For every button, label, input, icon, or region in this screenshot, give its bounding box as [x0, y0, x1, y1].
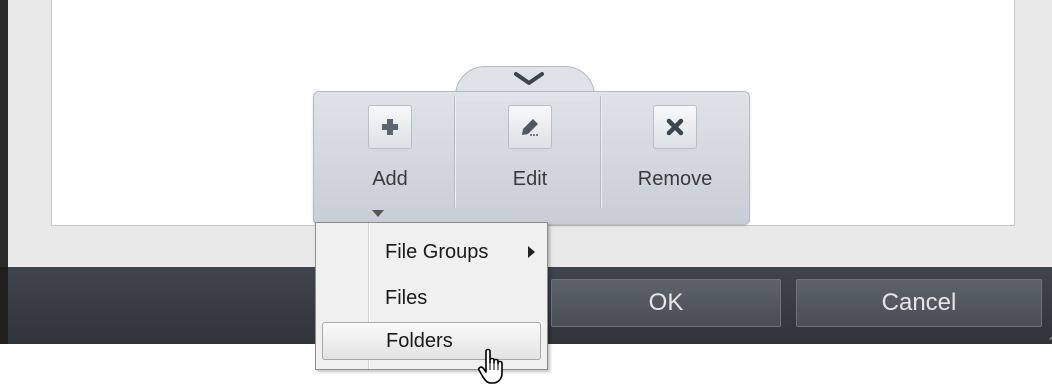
add-button[interactable]: Add	[340, 96, 440, 220]
menu-item-label: Files	[385, 286, 428, 309]
add-button-label: Add	[372, 168, 408, 190]
remove-button-label: Remove	[637, 168, 713, 190]
add-dropdown-caret-icon[interactable]	[372, 210, 384, 217]
toolbar-separator	[600, 96, 602, 208]
menu-item-label: Folders	[386, 329, 453, 352]
pencil-icon	[508, 105, 552, 149]
menu-item-files[interactable]: Files	[322, 279, 541, 317]
x-icon	[653, 105, 697, 149]
edit-button[interactable]: Edit	[480, 96, 580, 220]
chevron-down-icon[interactable]	[512, 70, 546, 88]
remove-button[interactable]: Remove	[620, 96, 730, 220]
ok-button[interactable]: OK	[551, 279, 781, 327]
edit-button-label: Edit	[512, 168, 548, 190]
add-dropdown-menu: File Groups Files Folders	[315, 222, 548, 370]
toolbar-separator	[454, 96, 456, 208]
menu-item-file-groups[interactable]: File Groups	[322, 233, 541, 271]
submenu-arrow-icon	[528, 246, 535, 258]
hand-pointer-cursor-icon	[478, 348, 503, 384]
plus-icon	[368, 105, 412, 149]
window-bottom-left-edge	[0, 267, 8, 344]
window-left-border	[0, 0, 8, 267]
cancel-button[interactable]: Cancel	[796, 279, 1042, 327]
menu-item-label: File Groups	[385, 240, 489, 263]
